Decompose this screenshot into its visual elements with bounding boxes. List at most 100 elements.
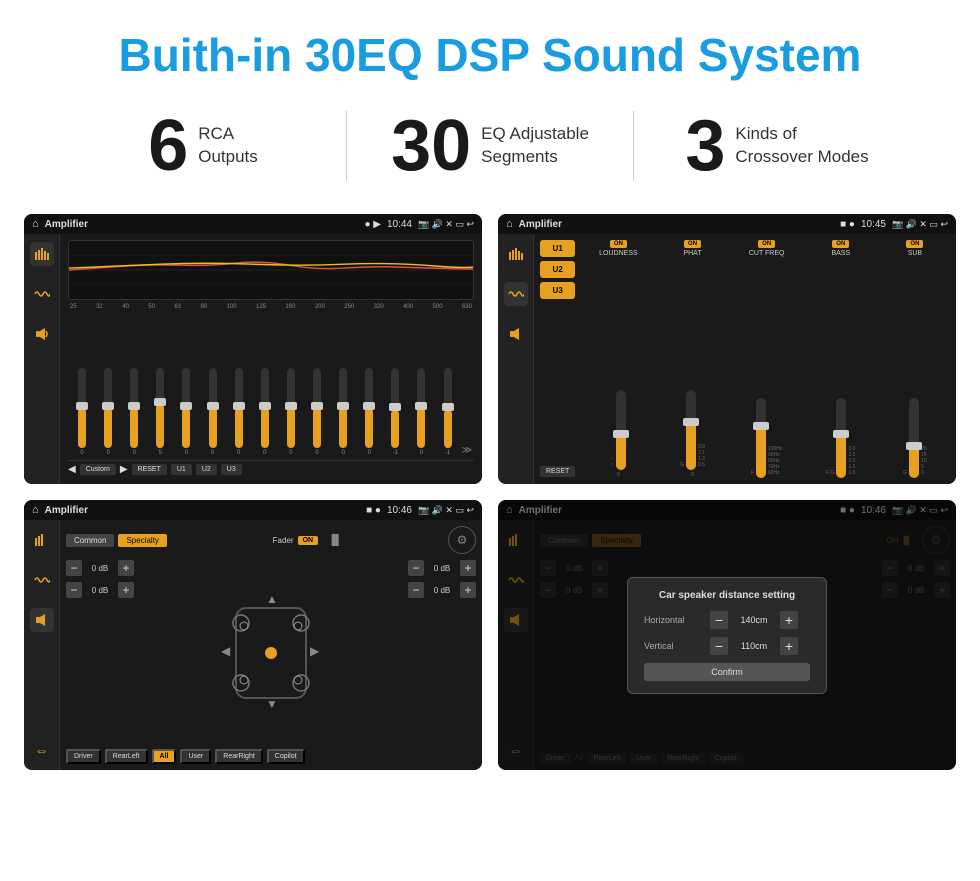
eq-screen-card: ⌂ Amplifier ● ▶ 10:44 📷 🔊 ✕ ▭ ↩: [24, 214, 482, 484]
eq-slider-0[interactable]: 0: [70, 368, 94, 456]
freq-labels: 25 32 40 50 63 80 100 125 160 200 250 32…: [68, 304, 474, 310]
eq-slider-8[interactable]: 0: [279, 368, 303, 456]
vertical-minus-btn[interactable]: −: [710, 637, 728, 655]
eq-slider-12[interactable]: -1: [383, 368, 407, 456]
amp-sidebar-wave-icon[interactable]: [504, 282, 528, 306]
eq-slider-10[interactable]: 0: [331, 368, 355, 456]
sub-slider[interactable]: [909, 398, 919, 478]
eq-slider-4[interactable]: 0: [174, 368, 198, 456]
car-diagram-svg: ◀ ▶ ▲ ▼: [216, 588, 326, 718]
eq-prev-icon[interactable]: ◀: [68, 464, 76, 475]
eq-slider-9[interactable]: 0: [305, 368, 329, 456]
horizontal-minus-btn[interactable]: −: [710, 611, 728, 629]
amp-channel-loudness: ON LOUDNESS ~ ~: [583, 240, 653, 478]
bass-label: BASS: [831, 250, 850, 257]
fader-status-bar: ⌂ Amplifier ■ ● 10:46 📷 🔊 ✕ ▭ ↩: [24, 500, 482, 520]
eq-slider-5[interactable]: 0: [201, 368, 225, 456]
fader-1-plus[interactable]: +: [118, 582, 134, 598]
sub-label: SUB: [908, 250, 922, 257]
cutfreq-slider[interactable]: [756, 398, 766, 478]
user-btn[interactable]: User: [180, 749, 211, 764]
confirm-btn[interactable]: Confirm: [644, 663, 810, 681]
eq-scroll-arrows[interactable]: ≫: [462, 445, 472, 456]
amp-sidebar-eq-icon[interactable]: [504, 242, 528, 266]
fader-sliders-icon: ▐▌: [328, 535, 342, 546]
eq-sliders: 0 0 0 5 0: [68, 314, 474, 456]
fader-tabs: Common Specialty Fader ON ▐▌ ⚙: [66, 526, 476, 554]
eq-sidebar-eq-icon[interactable]: [30, 242, 54, 266]
amp-channels: ON LOUDNESS ~ ~: [583, 240, 950, 478]
eq-slider-6[interactable]: 0: [227, 368, 251, 456]
amp-u2-btn[interactable]: U2: [540, 261, 575, 278]
stats-row: 6 RCA Outputs 30 EQ Adjustable Segments …: [0, 100, 980, 206]
fader-0-plus[interactable]: +: [118, 560, 134, 576]
amp-u1-btn[interactable]: U1: [540, 240, 575, 257]
eq-slider-3[interactable]: 5: [148, 368, 172, 456]
driver-btn[interactable]: Driver: [66, 749, 101, 764]
eq-u3-btn[interactable]: U3: [221, 464, 242, 475]
eq-slider-2[interactable]: 0: [122, 368, 146, 456]
vertical-row: Vertical − 110cm +: [644, 637, 810, 655]
fader-bottom-row: Driver RearLeft All User RearRight Copil…: [66, 749, 476, 764]
all-btn[interactable]: All: [152, 749, 177, 764]
fader-3-minus[interactable]: −: [408, 582, 424, 598]
tab-common[interactable]: Common: [66, 534, 114, 547]
eq-app-name: Amplifier: [45, 219, 359, 230]
phat-on-badge: ON: [684, 240, 701, 248]
amp-reset-btn[interactable]: RESET: [540, 466, 575, 477]
fader-settings-icon[interactable]: ⚙: [448, 526, 476, 554]
eq-slider-7[interactable]: 0: [253, 368, 277, 456]
fader-app-name: Amplifier: [45, 505, 360, 516]
eq-u2-btn[interactable]: U2: [196, 464, 217, 475]
rearleft-btn[interactable]: RearLeft: [105, 749, 148, 764]
eq-u1-btn[interactable]: U1: [171, 464, 192, 475]
vertical-label: Vertical: [644, 641, 704, 651]
bass-slider[interactable]: [836, 398, 846, 478]
fader-2-val: 0 dB: [428, 564, 456, 573]
horizontal-plus-btn[interactable]: +: [780, 611, 798, 629]
fader-sidebar-arrows-icon[interactable]: ⇔: [30, 738, 54, 762]
eq-bottom-bar: ◀ Custom ▶ RESET U1 U2 U3: [68, 460, 474, 478]
fader-2-minus[interactable]: −: [408, 560, 424, 576]
eq-reset-btn[interactable]: RESET: [132, 464, 167, 475]
eq-slider-1[interactable]: 0: [96, 368, 120, 456]
horizontal-label: Horizontal: [644, 615, 704, 625]
fader-sidebar-wave-icon[interactable]: [30, 568, 54, 592]
fader-3-plus[interactable]: +: [460, 582, 476, 598]
fader-main-content: Common Specialty Fader ON ▐▌ ⚙ − 0 dB +: [60, 520, 482, 770]
eq-custom-btn[interactable]: Custom: [80, 464, 116, 475]
eq-play-icon[interactable]: ▶: [120, 464, 128, 475]
eq-sidebar-speaker-icon[interactable]: [30, 322, 54, 346]
phat-slider[interactable]: [686, 390, 696, 470]
eq-slider-11[interactable]: 0: [357, 368, 381, 456]
fader-1-val: 0 dB: [86, 586, 114, 595]
eq-sidebar: [24, 234, 60, 484]
vertical-plus-btn[interactable]: +: [780, 637, 798, 655]
fader-home-icon: ⌂: [32, 504, 39, 516]
eq-sidebar-wave-icon[interactable]: [30, 282, 54, 306]
fader-1-minus[interactable]: −: [66, 582, 82, 598]
fader-2-plus[interactable]: +: [460, 560, 476, 576]
fader-sidebar: ⇔: [24, 520, 60, 770]
copilot-btn[interactable]: Copilot: [267, 749, 305, 764]
eq-main-content: 25 32 40 50 63 80 100 125 160 200 250 32…: [60, 234, 482, 484]
amp-sidebar-speaker-icon[interactable]: [504, 322, 528, 346]
eq-slider-14[interactable]: -1: [436, 368, 460, 456]
fader-status-icons: 📷 🔊 ✕ ▭ ↩: [418, 505, 474, 516]
distance-dialog: Car speaker distance setting Horizontal …: [627, 577, 827, 694]
tab-specialty[interactable]: Specialty: [118, 534, 166, 547]
fader-sidebar-speaker-icon[interactable]: [30, 608, 54, 632]
svg-text:◀: ◀: [221, 644, 231, 658]
fader-left-controls: − 0 dB + − 0 dB +: [66, 560, 134, 745]
amp-time: 10:45: [861, 219, 886, 230]
stat-crossover-number: 3: [685, 110, 725, 182]
fader-body: ⇔ Common Specialty Fader ON ▐▌ ⚙: [24, 520, 482, 770]
loudness-slider[interactable]: [616, 390, 626, 470]
rearright-btn[interactable]: RearRight: [215, 749, 263, 764]
eq-status-icons: 📷 🔊 ✕ ▭ ↩: [418, 219, 474, 230]
fader-0-minus[interactable]: −: [66, 560, 82, 576]
dialog-title: Car speaker distance setting: [644, 590, 810, 601]
fader-sidebar-eq-icon[interactable]: [30, 528, 54, 552]
amp-u3-btn[interactable]: U3: [540, 282, 575, 299]
eq-slider-13[interactable]: 0: [409, 368, 433, 456]
